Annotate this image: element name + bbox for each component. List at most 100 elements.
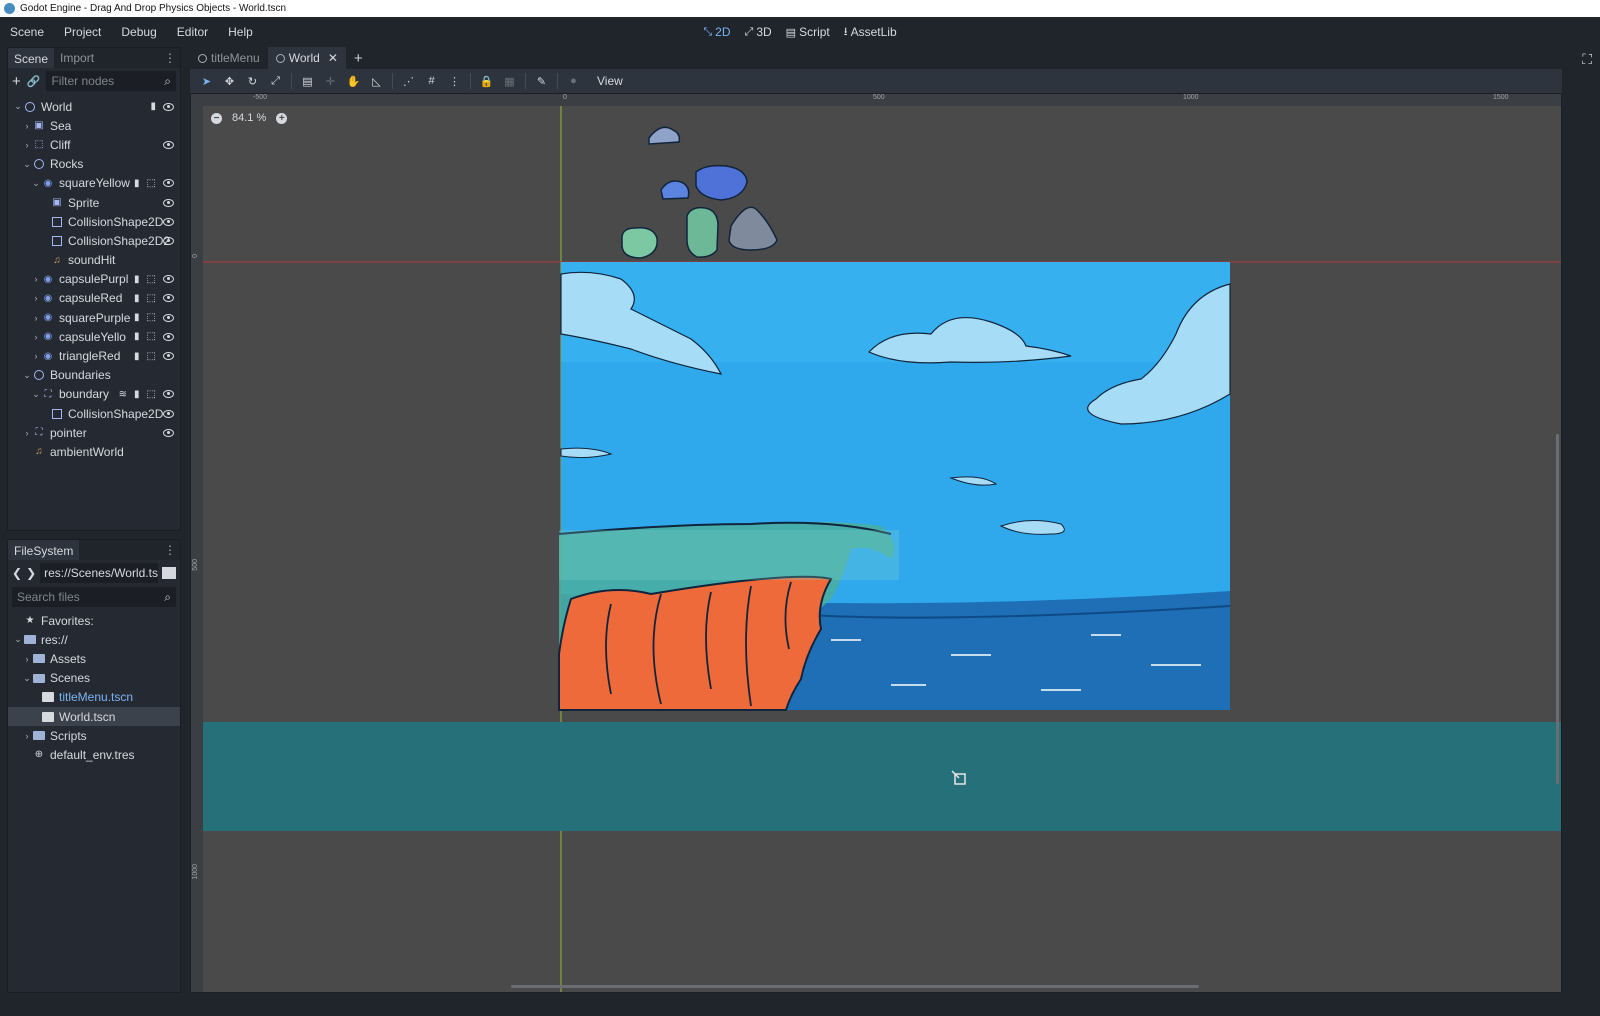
- scene-tree-item[interactable]: CollisionShape2D: [8, 404, 180, 423]
- script-icon[interactable]: ▮: [134, 351, 140, 362]
- tab-filesystem[interactable]: FileSystem: [8, 540, 80, 560]
- scene-tree-item[interactable]: ⌄ ◉ squareYellow ▮ ⬚: [8, 174, 180, 193]
- scene-tree-item[interactable]: › ◉ capsuleRed ▮ ⬚: [8, 289, 180, 308]
- move-mode-icon[interactable]: ✥: [218, 71, 241, 91]
- assetlib-screen-button[interactable]: ⭳ AssetLib: [844, 23, 897, 42]
- chevron-right-icon[interactable]: ›: [32, 313, 40, 323]
- chevron-right-icon[interactable]: ›: [23, 731, 31, 741]
- grid-snap-icon[interactable]: #: [420, 71, 443, 91]
- select-mode-icon[interactable]: ➤: [195, 71, 218, 91]
- chevron-right-icon[interactable]: ›: [23, 121, 31, 131]
- back-icon[interactable]: ❮: [12, 566, 22, 580]
- script-icon[interactable]: ▮: [134, 178, 140, 189]
- scene-tree-item[interactable]: ▣ Sprite: [8, 193, 180, 212]
- close-icon[interactable]: ✕: [328, 51, 338, 65]
- smart-snap-icon[interactable]: ⋰: [397, 71, 420, 91]
- script-icon[interactable]: ▮: [134, 389, 140, 400]
- visibility-eye-icon[interactable]: [163, 236, 174, 245]
- visibility-eye-icon[interactable]: [163, 275, 174, 284]
- chevron-right-icon[interactable]: ›: [23, 140, 31, 150]
- chevron-down-icon[interactable]: ⌄: [14, 634, 22, 645]
- visibility-eye-icon[interactable]: [163, 179, 174, 188]
- file-tree-item[interactable]: ⊕ default_env.tres: [8, 745, 180, 764]
- scene-tree-item[interactable]: › ◉ triangleRed ▮ ⬚: [8, 346, 180, 365]
- chevron-down-icon[interactable]: ⌄: [23, 370, 31, 381]
- scene-tree-item[interactable]: › ▣ Sea: [8, 116, 180, 135]
- signal-icon[interactable]: ≋: [119, 389, 127, 400]
- chevron-right-icon[interactable]: ›: [23, 654, 31, 664]
- tab-import[interactable]: Import: [54, 49, 100, 67]
- chevron-right-icon[interactable]: ›: [23, 428, 31, 438]
- scene-tree-item[interactable]: › ⛶ pointer: [8, 423, 180, 442]
- visibility-eye-icon[interactable]: [163, 198, 174, 207]
- menu-editor[interactable]: Editor: [177, 25, 218, 39]
- script-icon[interactable]: ▮: [134, 331, 140, 342]
- group-icon[interactable]: ⬚: [147, 274, 156, 285]
- square-purple-rock[interactable]: [695, 164, 748, 201]
- scene-tree-item[interactable]: › ◉ capsulePurpl ▮ ⬚: [8, 270, 180, 289]
- chevron-right-icon[interactable]: ›: [32, 293, 40, 303]
- group-icon[interactable]: ⬚: [147, 312, 156, 323]
- view-menu-button[interactable]: View: [597, 74, 623, 88]
- zoom-level[interactable]: 84.1 %: [232, 112, 266, 124]
- tab-scene[interactable]: Scene: [8, 48, 55, 68]
- file-tree-item[interactable]: ★ Favorites:: [8, 611, 180, 630]
- menu-help[interactable]: Help: [228, 25, 263, 39]
- file-tree-item[interactable]: ⌄ Scenes: [8, 669, 180, 688]
- file-tree-item[interactable]: World.tscn: [8, 706, 180, 727]
- chevron-down-icon[interactable]: ⌄: [23, 673, 31, 684]
- search-files-input[interactable]: [17, 590, 165, 604]
- boundary-collision-shape[interactable]: [203, 722, 1562, 831]
- split-mode-icon[interactable]: [162, 567, 176, 579]
- group-icon[interactable]: ⬚: [147, 293, 156, 304]
- group-icon[interactable]: ⬚: [147, 178, 156, 189]
- chevron-right-icon[interactable]: ›: [32, 332, 40, 342]
- tab-world[interactable]: World ✕: [267, 47, 346, 69]
- 2d-screen-button[interactable]: ⤡ 2D: [703, 25, 730, 39]
- triangle-red-rock[interactable]: [728, 206, 778, 251]
- scene-tree-item[interactable]: › ⬚ Cliff: [8, 135, 180, 154]
- dock-menu-icon[interactable]: ⋮: [164, 543, 176, 557]
- script-icon[interactable]: ▮: [134, 312, 140, 323]
- visibility-eye-icon[interactable]: [163, 352, 174, 361]
- add-tab-icon[interactable]: +: [354, 50, 363, 67]
- chevron-down-icon[interactable]: ⌄: [32, 389, 40, 400]
- file-tree-item[interactable]: titleMenu.tscn: [8, 688, 180, 707]
- chevron-right-icon[interactable]: ›: [32, 351, 40, 361]
- filter-nodes-input[interactable]: [51, 74, 165, 88]
- visibility-eye-icon[interactable]: [163, 294, 174, 303]
- group-icon[interactable]: ⬚: [147, 351, 156, 362]
- canvas-viewport[interactable]: -500 0 500 1000 1500 0 500 1000 − 84.1 %…: [190, 93, 1562, 993]
- group-icon[interactable]: ⬚: [147, 331, 156, 342]
- menu-scene[interactable]: Scene: [10, 25, 54, 39]
- ruler-mode-icon[interactable]: ◺: [365, 71, 388, 91]
- scene-tree-item[interactable]: › ◉ capsuleYello ▮ ⬚: [8, 327, 180, 346]
- visibility-eye-icon[interactable]: [163, 428, 174, 437]
- scene-tree-item[interactable]: ♫ ambientWorld: [8, 442, 180, 461]
- file-tree-item[interactable]: › Assets: [8, 649, 180, 668]
- capsule-red-rock[interactable]: [660, 180, 690, 200]
- lock-icon[interactable]: 🔒: [475, 71, 498, 91]
- scene-tree-item[interactable]: ⌄ Boundaries: [8, 366, 180, 385]
- chevron-right-icon[interactable]: ›: [32, 274, 40, 284]
- tab-titlemenu[interactable]: titleMenu: [190, 47, 268, 69]
- scene-tree-item[interactable]: ⌄ World ▮: [8, 97, 180, 116]
- filter-nodes-field[interactable]: ⌕: [46, 71, 176, 91]
- menu-project[interactable]: Project: [64, 25, 111, 39]
- instance-scene-icon[interactable]: 🔗: [27, 75, 41, 88]
- menu-debug[interactable]: Debug: [121, 25, 166, 39]
- scene-tree-item[interactable]: ⌄ Rocks: [8, 155, 180, 174]
- forward-icon[interactable]: ❯: [26, 566, 36, 580]
- visibility-eye-icon[interactable]: [163, 409, 174, 418]
- script-icon[interactable]: ▮: [150, 101, 156, 112]
- visibility-eye-icon[interactable]: [163, 102, 174, 111]
- square-yellow-rock[interactable]: [621, 226, 658, 259]
- dock-menu-icon[interactable]: ⋮: [164, 51, 176, 65]
- path-field[interactable]: res://Scenes/World.tsc: [40, 563, 158, 583]
- chevron-down-icon[interactable]: ⌄: [14, 101, 22, 112]
- 3d-screen-button[interactable]: ⤢ 3D: [745, 25, 772, 39]
- visibility-eye-icon[interactable]: [163, 313, 174, 322]
- chevron-down-icon[interactable]: ⌄: [23, 159, 31, 170]
- zoom-in-icon[interactable]: +: [276, 112, 288, 124]
- rotate-mode-icon[interactable]: ↻: [241, 71, 264, 91]
